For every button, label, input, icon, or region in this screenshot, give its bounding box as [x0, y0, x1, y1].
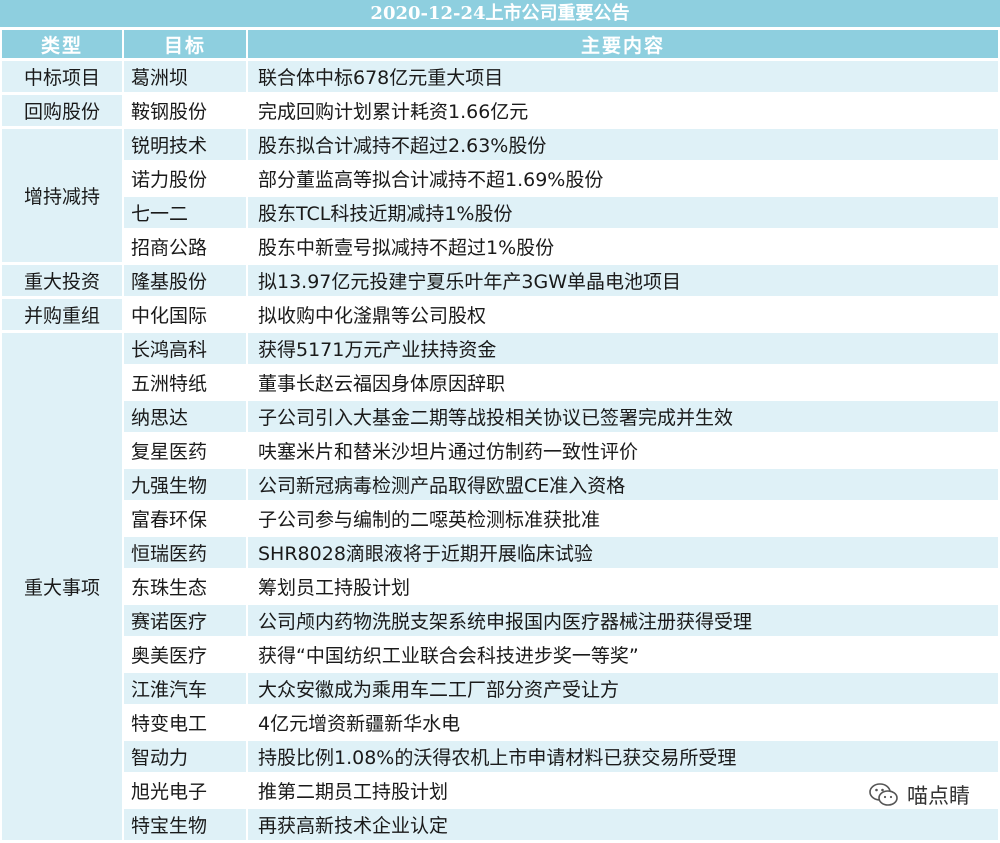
- cell-target: 七一二: [124, 197, 246, 228]
- cell-content: 子公司引入大基金二期等战投相关协议已签署完成并生效: [248, 401, 998, 432]
- cell-target: 江淮汽车: [124, 673, 246, 704]
- cell-content: 持股比例1.08%的沃得农机上市申请材料已获交易所受理: [248, 741, 998, 772]
- cell-content: 董事长赵云福因身体原因辞职: [248, 367, 998, 398]
- table-row: 赛诺医疗 公司颅内药物洗脱支架系统申报国内医疗器械注册获得受理: [2, 605, 998, 636]
- table-row: 回购股份 鞍钢股份 完成回购计划累计耗资1.66亿元: [2, 95, 998, 126]
- table-row: 恒瑞医药 SHR8028滴眼液将于近期开展临床试验: [2, 537, 998, 568]
- cell-target: 五洲特纸: [124, 367, 246, 398]
- cell-content: 股东拟合计减持不超过2.63%股份: [248, 129, 998, 160]
- table-row: 奥美医疗 获得“中国纺织工业联合会科技进步奖一等奖”: [2, 639, 998, 670]
- watermark-text: 喵点睛: [907, 784, 970, 808]
- table-row: 五洲特纸 董事长赵云福因身体原因辞职: [2, 367, 998, 398]
- cell-content: 完成回购计划累计耗资1.66亿元: [248, 95, 998, 126]
- table-row: 东珠生态 筹划员工持股计划: [2, 571, 998, 602]
- cell-content: 呋塞米片和替米沙坦片通过仿制药一致性评价: [248, 435, 998, 466]
- cell-target: 鞍钢股份: [124, 95, 246, 126]
- cell-target: 特宝生物: [124, 809, 246, 840]
- cell-target: 恒瑞医药: [124, 537, 246, 568]
- cell-content: 4亿元增资新疆新华水电: [248, 707, 998, 738]
- cell-target: 锐明技术: [124, 129, 246, 160]
- cell-target: 长鸿高科: [124, 333, 246, 364]
- cell-type: 增持减持: [2, 129, 122, 262]
- cell-content: 大众安徽成为乘用车二工厂部分资产受让方: [248, 673, 998, 704]
- table-row: 特变电工 4亿元增资新疆新华水电: [2, 707, 998, 738]
- cell-type: 回购股份: [2, 95, 122, 126]
- cell-target: 九强生物: [124, 469, 246, 500]
- table-row: 并购重组 中化国际 拟收购中化滏鼎等公司股权: [2, 299, 998, 330]
- cell-type: 中标项目: [2, 61, 122, 92]
- table-row: 七一二 股东TCL科技近期减持1%股份: [2, 197, 998, 228]
- cell-content: 再获高新技术企业认定: [248, 809, 998, 840]
- cell-content: 筹划员工持股计划: [248, 571, 998, 602]
- cell-target: 富春环保: [124, 503, 246, 534]
- table-row: 智动力 持股比例1.08%的沃得农机上市申请材料已获交易所受理: [2, 741, 998, 772]
- cell-content: 公司颅内药物洗脱支架系统申报国内医疗器械注册获得受理: [248, 605, 998, 636]
- header-type: 类型: [2, 30, 122, 58]
- cell-content: 获得5171万元产业扶持资金: [248, 333, 998, 364]
- table-row: 复星医药 呋塞米片和替米沙坦片通过仿制药一致性评价: [2, 435, 998, 466]
- header-content: 主要内容: [248, 30, 998, 58]
- watermark: 喵点睛: [869, 780, 970, 810]
- announcement-table: 类型 目标 主要内容 中标项目 葛洲坝 联合体中标678亿元重大项目 回购股份 鞍钢股份…: [0, 27, 1000, 843]
- cell-target: 葛洲坝: [124, 61, 246, 92]
- cell-content: 拟13.97亿元投建宁夏乐叶年产3GW单晶电池项目: [248, 265, 998, 296]
- cell-content: 联合体中标678亿元重大项目: [248, 61, 998, 92]
- table-row: 招商公路 股东中新壹号拟减持不超过1%股份: [2, 231, 998, 262]
- cell-target: 纳思达: [124, 401, 246, 432]
- table-row: 特宝生物 再获高新技术企业认定: [2, 809, 998, 840]
- cell-content: SHR8028滴眼液将于近期开展临床试验: [248, 537, 998, 568]
- table-row: 江淮汽车 大众安徽成为乘用车二工厂部分资产受让方: [2, 673, 998, 704]
- cell-content: 股东TCL科技近期减持1%股份: [248, 197, 998, 228]
- table-row: 九强生物 公司新冠病毒检测产品取得欧盟CE准入资格: [2, 469, 998, 500]
- table-row: 旭光电子 推第二期员工持股计划: [2, 775, 998, 806]
- cell-target: 招商公路: [124, 231, 246, 262]
- table-row: 中标项目 葛洲坝 联合体中标678亿元重大项目: [2, 61, 998, 92]
- cell-type: 并购重组: [2, 299, 122, 330]
- cell-type: 重大事项: [2, 333, 122, 840]
- table-row: 重大投资 隆基股份 拟13.97亿元投建宁夏乐叶年产3GW单晶电池项目: [2, 265, 998, 296]
- wechat-icon: [869, 783, 898, 806]
- cell-target: 复星医药: [124, 435, 246, 466]
- page-title: 2020-12-24上市公司重要公告: [0, 0, 1000, 27]
- cell-content: 子公司参与编制的二噁英检测标准获批准: [248, 503, 998, 534]
- cell-content: 部分董监高等拟合计减持不超1.69%股份: [248, 163, 998, 194]
- cell-content: 股东中新壹号拟减持不超过1%股份: [248, 231, 998, 262]
- cell-target: 赛诺医疗: [124, 605, 246, 636]
- cell-target: 东珠生态: [124, 571, 246, 602]
- cell-content: 公司新冠病毒检测产品取得欧盟CE准入资格: [248, 469, 998, 500]
- cell-content: 获得“中国纺织工业联合会科技进步奖一等奖”: [248, 639, 998, 670]
- cell-target: 隆基股份: [124, 265, 246, 296]
- table-row: 富春环保 子公司参与编制的二噁英检测标准获批准: [2, 503, 998, 534]
- cell-content: 拟收购中化滏鼎等公司股权: [248, 299, 998, 330]
- table-header-row: 类型 目标 主要内容: [2, 30, 998, 58]
- cell-target: 特变电工: [124, 707, 246, 738]
- header-target: 目标: [124, 30, 246, 58]
- cell-target: 奥美医疗: [124, 639, 246, 670]
- table-row: 诺力股份 部分董监高等拟合计减持不超1.69%股份: [2, 163, 998, 194]
- table-row: 增持减持 锐明技术 股东拟合计减持不超过2.63%股份: [2, 129, 998, 262]
- cell-target: 中化国际: [124, 299, 246, 330]
- cell-target: 诺力股份: [124, 163, 246, 194]
- table-row: 纳思达 子公司引入大基金二期等战投相关协议已签署完成并生效: [2, 401, 998, 432]
- cell-type: 重大投资: [2, 265, 122, 296]
- cell-target: 智动力: [124, 741, 246, 772]
- table-body: 中标项目 葛洲坝 联合体中标678亿元重大项目 回购股份 鞍钢股份 完成回购计划累计耗资1…: [2, 61, 998, 840]
- cell-target: 旭光电子: [124, 775, 246, 806]
- table-row: 重大事项 长鸿高科 获得5171万元产业扶持资金: [2, 333, 998, 840]
